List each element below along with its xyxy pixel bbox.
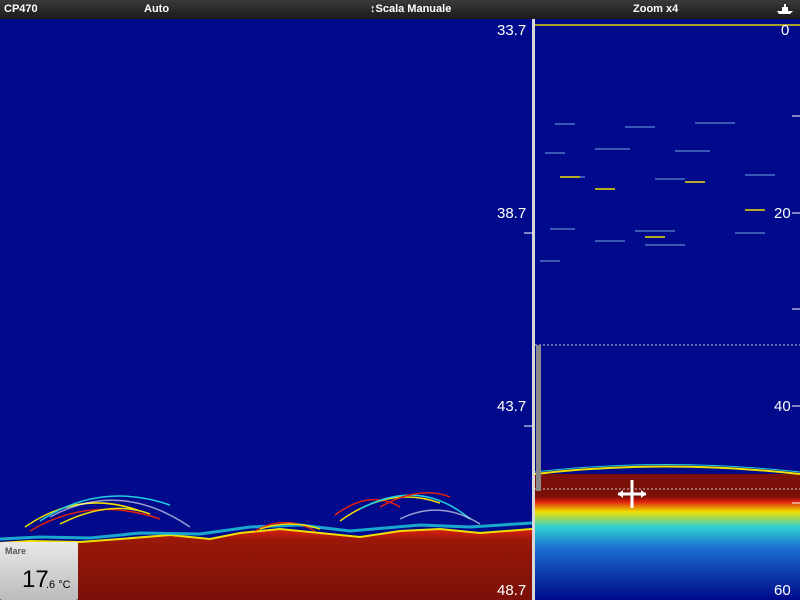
move-cursor-icon[interactable] — [616, 478, 648, 510]
left-scale-label-bottom: 48.7 — [497, 582, 527, 599]
status-bar: CP470 Auto ↕Scala Manuale Zoom x4 — [0, 0, 800, 19]
left-scale-label-2: 38.7 — [497, 205, 527, 222]
zoom-button[interactable]: Zoom x4 — [633, 3, 678, 15]
zoom-window-handle[interactable] — [536, 345, 541, 491]
water-temperature-widget: Mare 17 .6 °C — [0, 542, 78, 600]
right-scale-label-3: 40 — [774, 398, 791, 415]
sonar-zoom-pane[interactable] — [535, 19, 800, 600]
sonar-history-pane[interactable] — [0, 19, 532, 600]
boat-icon[interactable] — [776, 3, 794, 18]
temperature-decimal: .6 °C — [46, 579, 71, 591]
right-scale-label-top: 0 — [781, 22, 790, 39]
temperature-integer: 17 — [22, 566, 49, 593]
temperature-title: Mare — [5, 546, 27, 556]
zoom-echo-display — [535, 24, 800, 600]
right-scale-label-bottom: 60 — [774, 582, 791, 599]
model-label: CP470 — [4, 3, 38, 15]
right-scale-label-2: 20 — [774, 205, 791, 222]
sonar-echo-display — [0, 232, 532, 600]
left-scale-label-top: 33.7 — [497, 22, 527, 39]
scale-mode-label: Scala Manuale — [375, 3, 452, 15]
left-scale-label-3: 43.7 — [497, 398, 527, 415]
scale-mode-button[interactable]: ↕Scala Manuale — [370, 3, 451, 15]
gain-mode-button[interactable]: Auto — [144, 3, 169, 15]
